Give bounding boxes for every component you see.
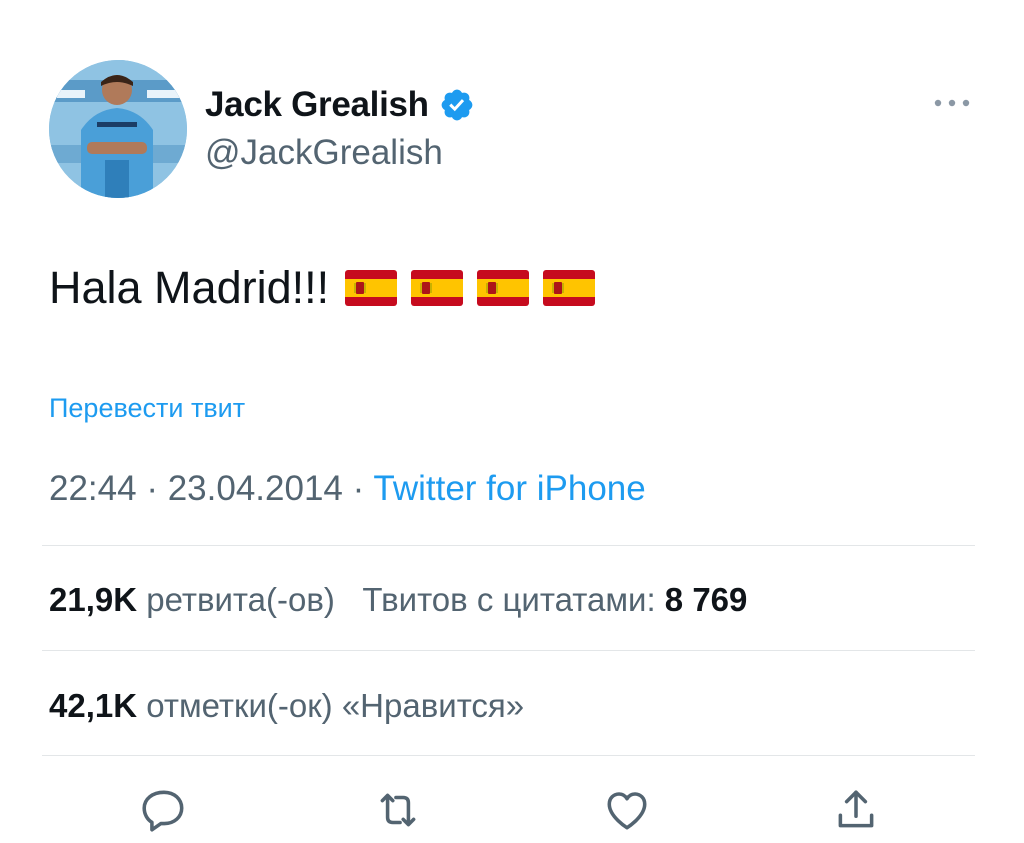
flag-spain-icon: [345, 270, 398, 306]
retweets-stat[interactable]: 21,9K ретвита(-ов): [49, 581, 335, 618]
like-icon[interactable]: [601, 785, 653, 835]
tweet-text-content: Hala Madrid!!!: [49, 262, 330, 313]
divider: [42, 755, 975, 756]
tweet-source-link[interactable]: Twitter for iPhone: [373, 469, 645, 508]
retweet-icon[interactable]: [372, 785, 424, 835]
divider: [42, 545, 975, 546]
avatar-image: [49, 60, 187, 198]
likes-count: 42,1K: [49, 687, 138, 724]
divider: [42, 650, 975, 651]
meta-separator: ·: [352, 469, 365, 508]
author-display-name[interactable]: Jack Grealish: [205, 85, 429, 125]
more-options-icon[interactable]: [928, 90, 976, 116]
quotes-stat[interactable]: Твитов с цитатами: 8 769: [362, 581, 747, 618]
likes-label: отметки(-ок) «Нравится»: [146, 687, 525, 724]
retweets-count: 21,9K: [49, 581, 138, 618]
quotes-count: 8 769: [664, 581, 748, 618]
reply-icon[interactable]: [138, 785, 190, 835]
flag-spain-icon: [543, 270, 596, 306]
retweet-stats-row: 21,9K ретвита(-ов) Твитов с цитатами: 8 …: [49, 581, 747, 619]
flag-spain-icon: [411, 270, 464, 306]
translate-tweet-link[interactable]: Перевести твит: [49, 393, 245, 424]
tweet-date[interactable]: 23.04.2014: [168, 469, 343, 508]
avatar[interactable]: [49, 60, 187, 198]
tweet-text: Hala Madrid!!!: [49, 262, 596, 314]
tweet-time[interactable]: 22:44: [49, 469, 137, 508]
flag-spain-icon: [477, 270, 530, 306]
quotes-label: Твитов с цитатами:: [362, 581, 656, 618]
tweet-meta: 22:44 · 23.04.2014 · Twitter for iPhone: [49, 469, 646, 509]
emoji-flags: [345, 270, 596, 306]
retweets-label: ретвита(-ов): [146, 581, 335, 618]
meta-separator: ·: [146, 469, 158, 508]
share-icon[interactable]: [830, 785, 882, 835]
likes-stats-row[interactable]: 42,1K отметки(-ок) «Нравится»: [49, 687, 524, 725]
author-handle[interactable]: @JackGrealish: [205, 133, 443, 173]
verified-badge-icon: [439, 87, 475, 123]
author-name-row[interactable]: Jack Grealish: [205, 84, 475, 126]
